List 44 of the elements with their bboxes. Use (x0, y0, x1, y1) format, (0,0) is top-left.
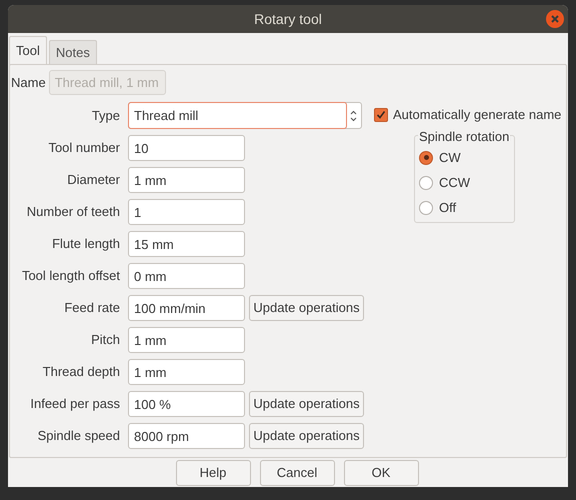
checkbox[interactable] (374, 108, 388, 122)
update-operations-button[interactable]: Update operations (249, 423, 364, 449)
checkbox-label: Automatically generate name (393, 106, 562, 124)
checkmark-icon (376, 110, 386, 120)
field-label: Thread depth (42, 363, 120, 382)
radio-label: CCW (439, 174, 470, 192)
close-icon (551, 15, 559, 23)
field-label: Tool length offset (20, 267, 120, 286)
field-label: Tool number (47, 139, 120, 158)
spinner-icon (350, 110, 357, 122)
input-field[interactable]: 8000 rpm (128, 423, 245, 449)
window-title: Rotary tool (254, 10, 322, 29)
radio-button[interactable] (419, 176, 433, 190)
update-operations-button[interactable]: Update operations (249, 295, 364, 321)
input-field[interactable]: 100 % (128, 391, 245, 417)
tab[interactable]: Notes (48, 40, 97, 65)
field-label: Spindle speed (36, 427, 120, 446)
input-field[interactable]: 15 mm (128, 231, 245, 257)
dialog-button[interactable]: Cancel (260, 460, 334, 486)
field-label: Name (11, 74, 46, 92)
field-label: Feed rate (63, 299, 120, 318)
input-field[interactable]: 100 mm/min (128, 295, 245, 321)
input-field[interactable]: 1 (128, 199, 245, 225)
radio-button[interactable] (419, 200, 433, 214)
close-button[interactable] (546, 10, 564, 28)
radio-label: CW (439, 148, 461, 167)
field-label: Infeed per pass (29, 395, 120, 414)
update-operations-button[interactable]: Update operations (249, 391, 364, 417)
field-label: Pitch (90, 331, 120, 350)
field-label: Flute length (51, 235, 120, 254)
field-label: Number of teeth (26, 203, 120, 222)
input-field[interactable]: 0 mm (128, 263, 245, 289)
input-field[interactable]: 1 mm (128, 167, 245, 193)
input-field[interactable]: 1 mm (128, 327, 245, 353)
radio-button[interactable] (419, 150, 433, 164)
input-field[interactable]: 10 (128, 135, 245, 161)
field-label: Diameter (66, 171, 120, 190)
field-label: Type (90, 106, 120, 125)
tab[interactable]: Tool (9, 36, 47, 65)
dialog-button[interactable]: OK (344, 460, 418, 486)
radio-label: Off (439, 198, 456, 217)
input-field[interactable]: 1 mm (128, 359, 245, 385)
dialog-button[interactable]: Help (176, 460, 250, 486)
type-select[interactable]: Thread mill (128, 102, 362, 129)
